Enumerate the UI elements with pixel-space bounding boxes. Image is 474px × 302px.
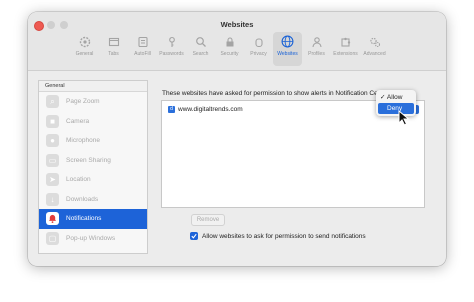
site-favicon-icon: d (168, 106, 175, 113)
lock-icon (223, 35, 236, 48)
sidebar-item-page-zoom[interactable]: ⌕ Page Zoom (39, 92, 147, 112)
hand-icon (252, 35, 265, 48)
title-bar: Websites General Tabs AutoFill Passwords… (28, 12, 446, 71)
website-name: www.digitaltrends.com (178, 106, 243, 113)
remove-button[interactable]: Remove (191, 214, 225, 226)
magnifier-icon: ⌕ (46, 95, 59, 109)
sidebar-item-downloads[interactable]: ↓ Downloads (39, 190, 147, 210)
screen-sharing-icon: ▭ (46, 153, 59, 167)
menu-option-allow[interactable]: ✓ Allow (376, 92, 416, 103)
sidebar-item-label: Page Zoom (66, 98, 100, 106)
toolbar-privacy[interactable]: Privacy (244, 32, 273, 66)
sidebar-item-label: Notifications (66, 215, 102, 223)
preferences-window: Websites General Tabs AutoFill Passwords… (28, 12, 446, 266)
sidebar-item-label: Location (66, 176, 91, 184)
checkmark-icon: ✓ (380, 94, 386, 101)
toolbar-label: Passwords (159, 51, 184, 57)
toolbar-label: Extensions (333, 51, 358, 57)
sidebar-header: General (39, 81, 147, 92)
toolbar-label: AutoFill (134, 51, 151, 57)
puzzle-icon (339, 35, 352, 48)
search-icon (194, 35, 207, 48)
toolbar-label: Tabs (108, 51, 119, 57)
bell-icon (46, 212, 59, 226)
toolbar-advanced[interactable]: Advanced (360, 32, 389, 66)
window-title: Websites (220, 20, 254, 29)
toolbar-label: Websites (277, 51, 298, 57)
gears-icon (368, 35, 381, 48)
toolbar-label: Privacy (250, 51, 267, 57)
permissions-heading: These websites have asked for permission… (162, 90, 391, 97)
toolbar-security[interactable]: Security (215, 32, 244, 66)
person-icon (310, 35, 323, 48)
toolbar-label: Security (220, 51, 239, 57)
toolbar-extensions[interactable]: Extensions (331, 32, 360, 66)
sidebar-item-label: Microphone (66, 137, 100, 145)
sidebar: General ⌕ Page Zoom ■ Camera ● Microphon… (38, 80, 148, 254)
websites-list[interactable]: d www.digitaltrends.com (161, 100, 425, 208)
toolbar-label: Profiles (308, 51, 325, 57)
toolbar-autofill[interactable]: AutoFill (128, 32, 157, 66)
sidebar-item-notifications[interactable]: Notifications (39, 209, 147, 229)
sidebar-item-location[interactable]: ➤ Location (39, 170, 147, 190)
gear-icon (78, 35, 91, 48)
website-row[interactable]: d www.digitaltrends.com (168, 106, 243, 113)
microphone-icon: ● (46, 134, 59, 148)
autofill-icon (136, 35, 149, 48)
preferences-toolbar: General Tabs AutoFill Passwords Search S… (70, 32, 389, 66)
toolbar-tabs[interactable]: Tabs (99, 32, 128, 66)
location-arrow-icon: ➤ (46, 173, 59, 187)
toolbar-label: General (75, 51, 94, 57)
sidebar-item-screen-sharing[interactable]: ▭ Screen Sharing (39, 151, 147, 171)
allow-notifications-checkbox-row[interactable]: Allow websites to ask for permission to … (190, 232, 366, 240)
toolbar-label: Search (192, 51, 209, 57)
sidebar-item-camera[interactable]: ■ Camera (39, 112, 147, 132)
globe-icon (281, 35, 294, 48)
sidebar-item-microphone[interactable]: ● Microphone (39, 131, 147, 151)
toolbar-general[interactable]: General (70, 32, 99, 66)
toolbar-websites[interactable]: Websites (273, 32, 302, 66)
key-icon (165, 35, 178, 48)
sidebar-item-label: Pop-up Windows (66, 234, 116, 242)
download-icon: ↓ (46, 192, 59, 206)
toolbar-profiles[interactable]: Profiles (302, 32, 331, 66)
allow-notifications-checkbox[interactable] (190, 232, 198, 240)
toolbar-search[interactable]: Search (186, 32, 215, 66)
popup-window-icon: ▢ (46, 231, 59, 245)
sidebar-item-label: Camera (66, 117, 90, 125)
sidebar-item-label: Screen Sharing (66, 156, 111, 164)
toolbar-passwords[interactable]: Passwords (157, 32, 186, 66)
sidebar-item-popup-windows[interactable]: ▢ Pop-up Windows (39, 229, 147, 249)
option-label: Allow (386, 94, 403, 101)
sidebar-item-label: Downloads (66, 195, 99, 203)
tabs-icon (107, 35, 120, 48)
toolbar-label: Advanced (363, 51, 386, 57)
permission-dropdown-menu: ✓ Allow Deny (376, 90, 416, 116)
camera-icon: ■ (46, 114, 59, 128)
mouse-pointer-icon (398, 110, 410, 126)
allow-notifications-label: Allow websites to ask for permission to … (202, 232, 366, 240)
